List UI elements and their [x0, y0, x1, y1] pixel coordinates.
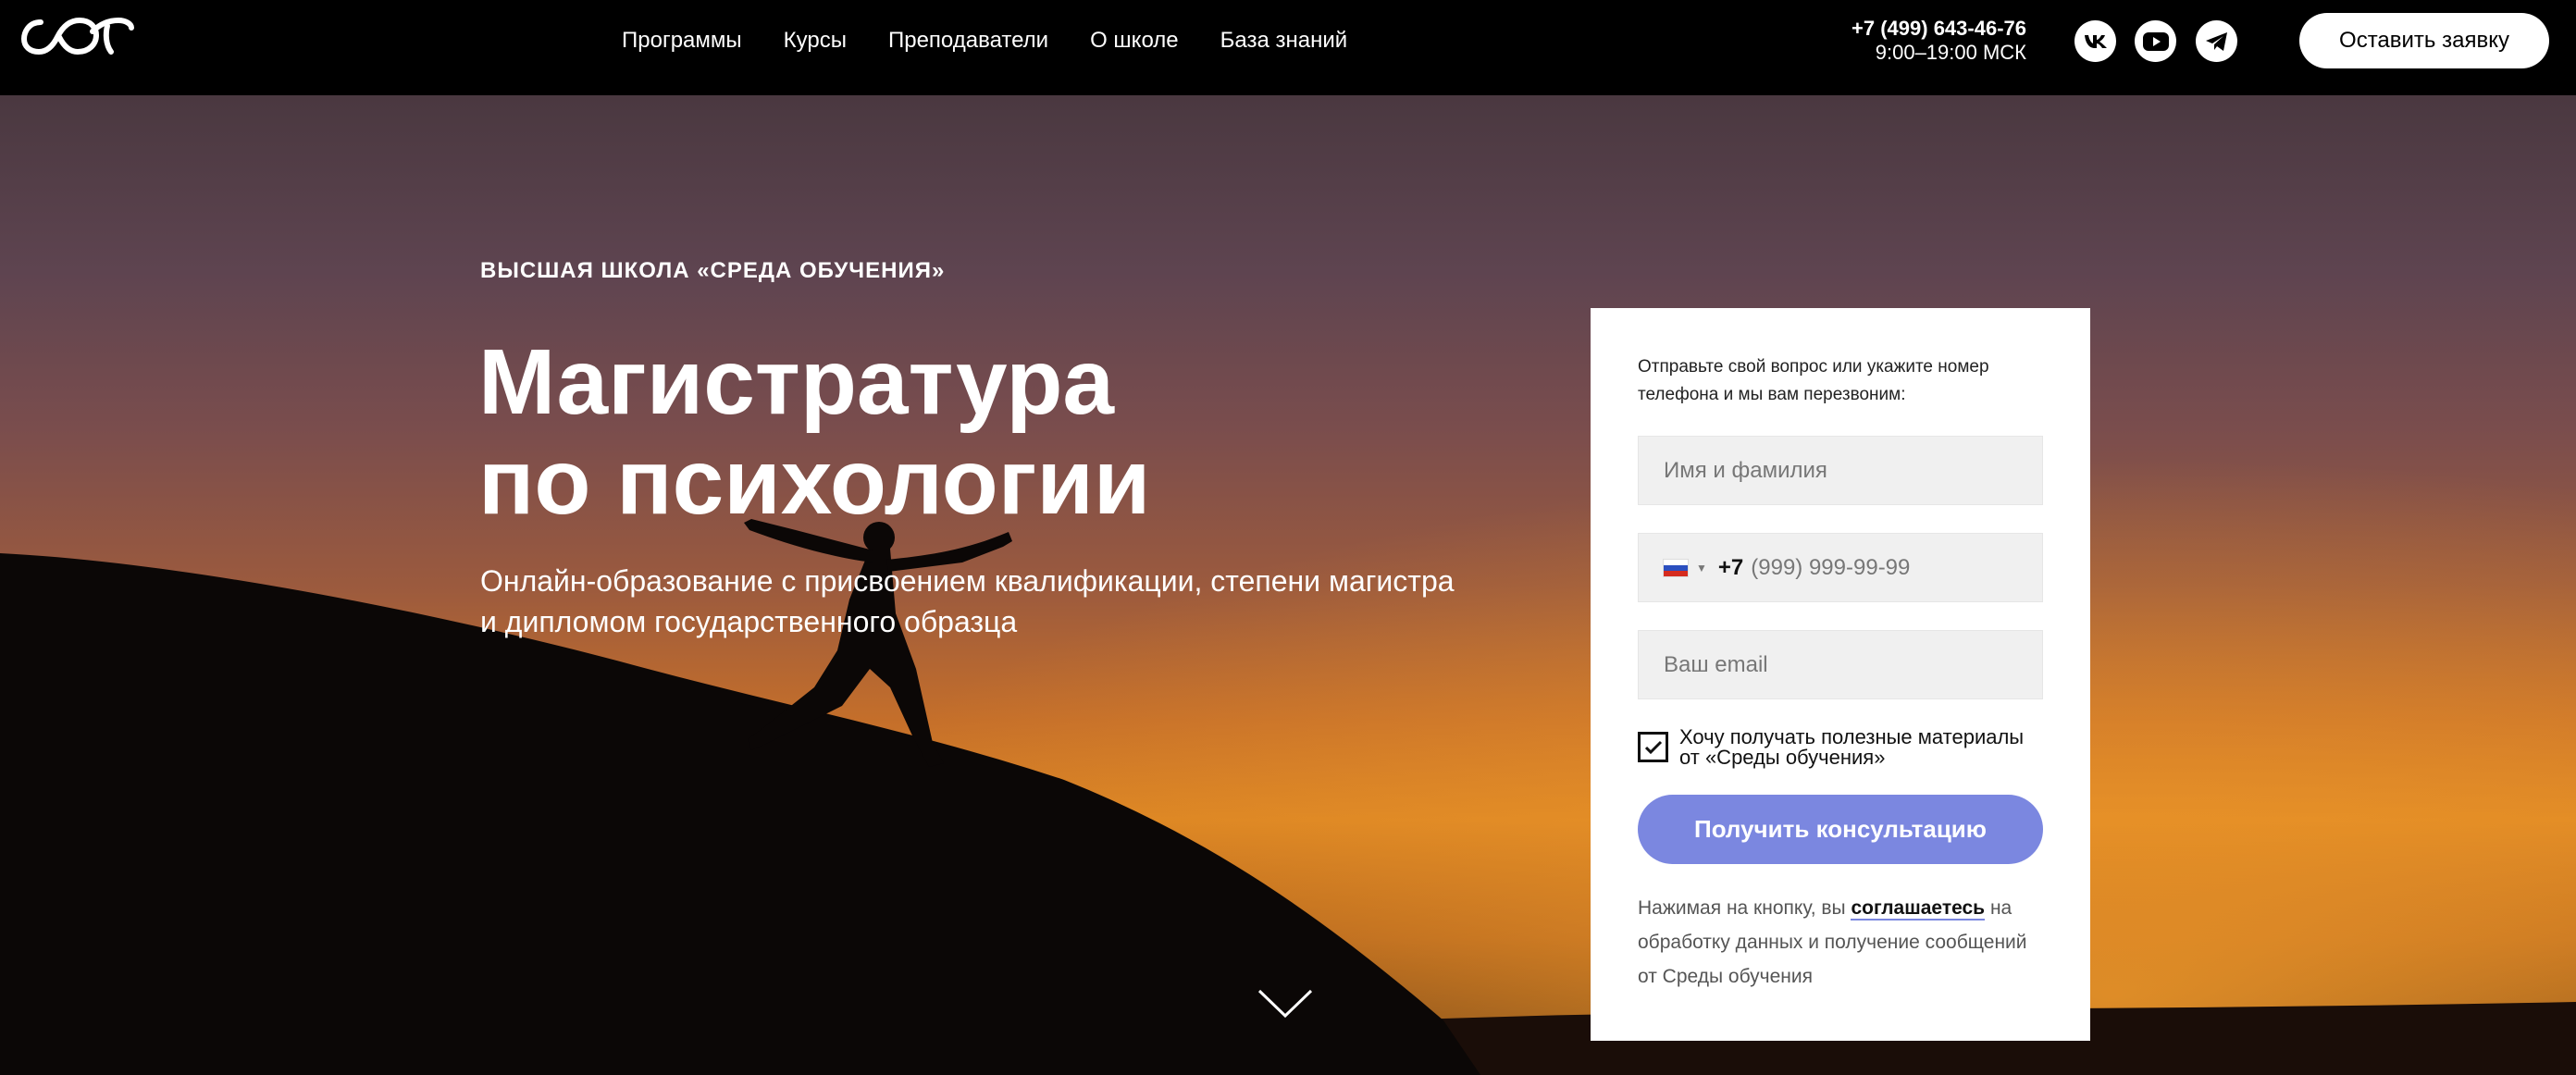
nav-item-teachers[interactable]: Преподаватели [888, 28, 1048, 54]
leave-request-button[interactable]: Оставить заявку [2299, 13, 2549, 68]
form-intro: Отправьте свой вопрос или укажите номер … [1638, 357, 1989, 404]
vk-icon [2084, 34, 2107, 48]
hero-subtitle: Онлайн-образование с присвоением квалифи… [480, 564, 1455, 638]
site-header: Программы Курсы Преподаватели О школе Ба… [0, 0, 2576, 95]
main-nav: Программы Курсы Преподаватели О школе Ба… [622, 28, 1389, 54]
youtube-icon [2142, 31, 2169, 51]
country-dropdown-icon[interactable]: ▼ [1696, 562, 1707, 575]
telegram-icon [2205, 31, 2227, 51]
nav-item-programs[interactable]: Программы [622, 28, 742, 54]
email-field[interactable] [1638, 630, 2043, 699]
consultation-form: Отправьте свой вопрос или укажите номер … [1591, 308, 2090, 1041]
phone-field[interactable]: ▼ +7 [1638, 533, 2043, 602]
vk-button[interactable] [2074, 20, 2116, 62]
phone-input[interactable] [1751, 554, 2029, 581]
header-contacts: +7 (499) 643-46-76 9:00–19:00 МСК [1758, 17, 2026, 65]
consent-text: Нажимая на кнопку, вы соглашаетесь на об… [1638, 891, 2045, 994]
hero-section: ВЫСШАЯ ШКОЛА «СРЕДА ОБУЧЕНИЯ» Магистрату… [0, 95, 2576, 1075]
subscribe-checkbox[interactable] [1638, 732, 1668, 762]
chevron-down-icon[interactable] [1257, 988, 1314, 1019]
consent-link[interactable]: соглашаетесь [1851, 897, 1986, 921]
page-title: Магистратура по психологии [478, 332, 1150, 532]
name-field[interactable] [1638, 436, 2043, 505]
nav-item-courses[interactable]: Курсы [784, 28, 847, 54]
school-eyebrow: ВЫСШАЯ ШКОЛА «СРЕДА ОБУЧЕНИЯ» [480, 258, 946, 283]
youtube-button[interactable] [2135, 20, 2176, 62]
get-consultation-button[interactable]: Получить консультацию [1638, 795, 2043, 864]
title-line-1: Магистратура [478, 330, 1115, 434]
phone-number[interactable]: +7 (499) 643-46-76 [1758, 17, 2026, 41]
consent-prefix: Нажимая на кнопку, вы [1638, 897, 1846, 919]
nav-item-about[interactable]: О школе [1090, 28, 1179, 54]
checkmark-icon [1644, 740, 1662, 754]
russia-flag-icon[interactable] [1663, 558, 1689, 577]
telegram-button[interactable] [2196, 20, 2237, 62]
subscribe-label: Хочу получать полезные материалы от «Сре… [1679, 725, 2025, 769]
infinity-logo-icon[interactable] [20, 13, 135, 59]
working-hours: 9:00–19:00 МСК [1875, 41, 2026, 64]
title-line-2: по психологии [478, 430, 1151, 534]
nav-item-knowledge-base[interactable]: База знаний [1220, 28, 1348, 54]
dial-code: +7 [1717, 554, 1744, 580]
